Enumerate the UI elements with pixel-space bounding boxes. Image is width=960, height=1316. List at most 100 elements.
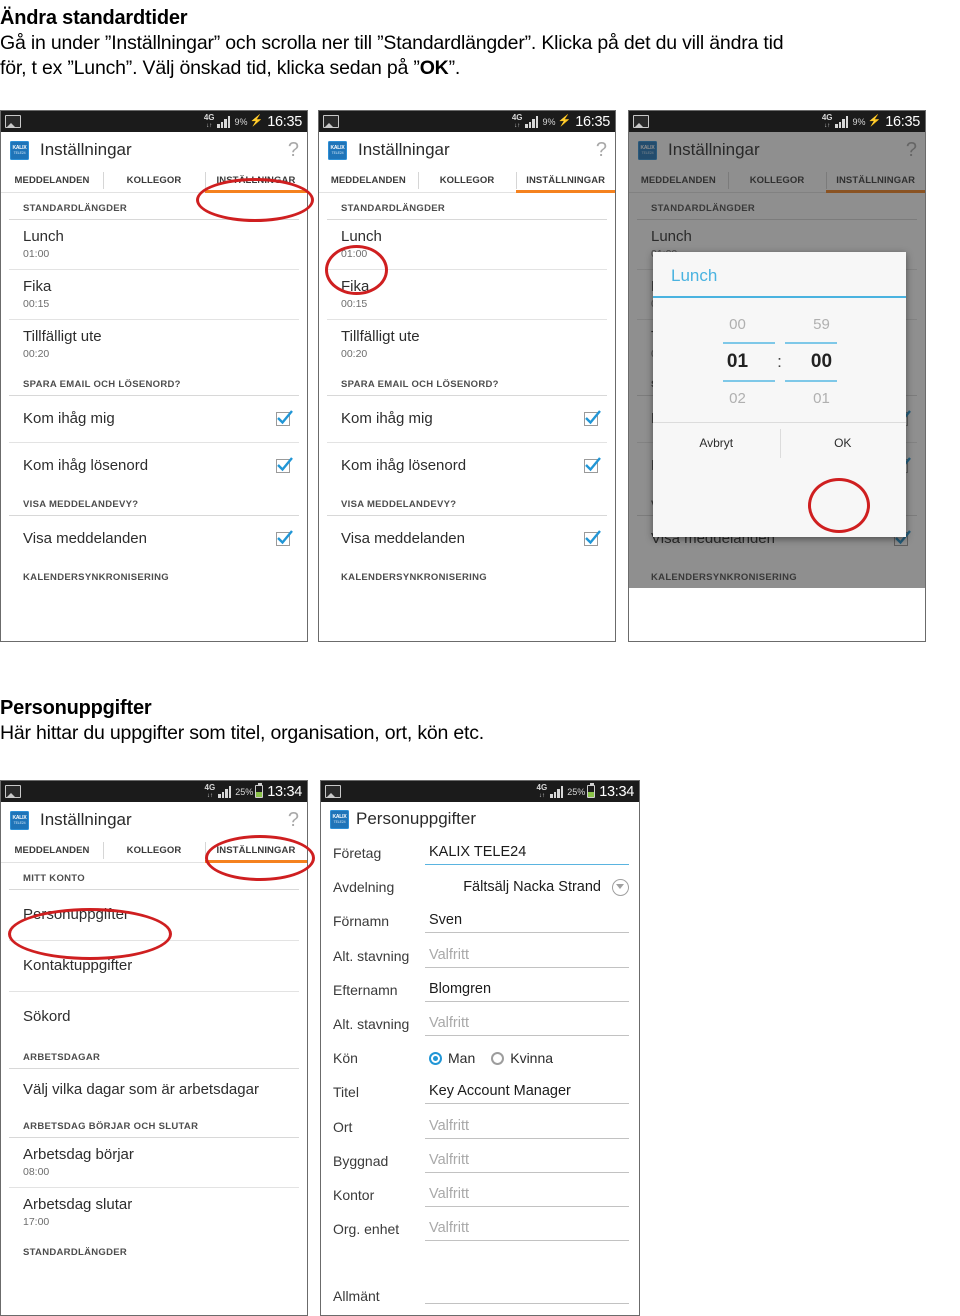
row-title: Visa meddelanden [23,530,147,547]
list-item[interactable]: Kom ihåg lösenord [327,443,607,489]
alt-stavning-efternamn-input[interactable]: Valfritt [425,1012,629,1037]
list-item[interactable]: Kom ihåg mig [9,396,299,443]
list-item[interactable]: Tillfälligt ute 00:20 [327,320,607,369]
network-label: 4G [204,782,216,792]
tab-kollegor[interactable]: KOLLEGOR [103,168,205,193]
efternamn-input[interactable]: Blomgren [425,978,629,1002]
help-question-icon[interactable]: ? [288,810,299,830]
radio-kvinna-label[interactable]: Kvinna [510,1050,553,1066]
time-picker-current-row: 01 : 00 [653,346,906,378]
checkbox-checked-icon[interactable] [276,410,293,426]
radio-man-label[interactable]: Man [448,1050,475,1066]
kontor-input[interactable]: Valfritt [425,1183,629,1207]
charging-bolt-icon: ⚡ [867,115,882,127]
list-item[interactable]: Fika 00:15 [327,270,607,320]
battery-percent: 9% [852,116,866,127]
list-item[interactable]: Lunch 01:00 [9,220,299,270]
radio-kvinna-icon[interactable] [491,1051,505,1065]
field-label: Förnamn [333,913,390,930]
network-arrows: ↓↑ [824,122,831,129]
row-title: Kom ihåg lösenord [341,457,467,474]
app-bar: KALIX TELE24 Inställningar ? [629,132,925,168]
field-label: Avdelning [333,879,395,896]
status-bar: 4G ↓↑ 9% ⚡ 16:35 [1,111,307,132]
intro-paragraph-line1: Gå in under ”Inställningar” och scrolla … [0,32,784,54]
help-question-icon[interactable]: ? [288,140,299,160]
help-question-icon[interactable]: ? [596,140,607,160]
tab-meddelanden[interactable]: MEDDELANDEN [319,168,418,193]
cancel-button[interactable]: Avbryt [653,423,780,464]
hours-next-value[interactable]: 02 [707,384,769,414]
checkbox-checked-icon[interactable] [584,457,601,473]
list-item[interactable]: Kom ihåg mig [327,396,607,443]
time-separator: : [777,352,782,371]
tab-meddelanden[interactable]: MEDDELANDEN [1,838,103,863]
org-enhet-input[interactable]: Valfritt [425,1217,629,1242]
alt-stavning-fornamn-input[interactable]: Valfritt [425,944,629,968]
minutes-current-value[interactable]: 00 [791,346,853,378]
row-value: 00:15 [23,298,50,310]
app-bar: KALIX TELE24 Inställningar ? [319,132,615,168]
chevron-down-icon[interactable] [612,878,629,896]
titel-input[interactable]: Key Account Manager [425,1080,629,1105]
dialog-title: Lunch [653,252,906,298]
page-title: Ändra standardtider [0,7,188,29]
row-value: 17:00 [23,1216,50,1228]
foretag-input[interactable]: KALIX TELE24 [425,841,629,866]
allmant-textarea[interactable] [425,1263,629,1305]
network-label: 4G [203,112,215,122]
minutes-prev-value[interactable]: 59 [791,310,853,340]
list-item[interactable]: Välj vilka dagar som är arbetsdagar [9,1069,299,1111]
status-clock: 13:34 [599,783,634,800]
list-item[interactable]: Sökord [9,992,299,1042]
list-item[interactable]: Personuppgifter [9,890,299,941]
ok-button[interactable]: OK [779,423,907,464]
list-item[interactable]: Kom ihåg lösenord [9,443,299,489]
field-label: Alt. stavning [333,947,410,964]
row-title: Sökord [23,1008,71,1025]
checkbox-checked-icon[interactable] [584,410,601,426]
screenshot-settings-lunch-selected: 4G ↓↑ 9% ⚡ 16:35 KALIX TELE24 Inställning… [318,110,616,642]
dialog-body: 00 59 01 : 00 02 01 [653,298,906,422]
time-picker-prev-row: 00 59 [653,310,906,340]
image-icon [325,785,341,798]
avdelning-value[interactable]: Fältsälj Nacka Strand [425,876,607,899]
list-item[interactable]: Arbetsdag börjar 08:00 [9,1138,299,1188]
row-title: Arbetsdag börjar [23,1146,134,1163]
tab-meddelanden[interactable]: MEDDELANDEN [1,168,103,193]
screenshot-settings-list: 4G ↓↑ 9% ⚡ 16:35 KALIX TELE24 Inställning… [0,110,308,642]
list-item[interactable]: Lunch 01:00 [327,220,607,270]
tab-kollegor[interactable]: KOLLEGOR [417,168,517,193]
battery-percent: 25% [235,786,254,797]
list-item[interactable]: Tillfälligt ute 00:20 [9,320,299,369]
list-item[interactable]: Arbetsdag slutar 17:00 [9,1188,299,1237]
tab-installningar-label: INSTÄLLNINGAR [526,175,606,186]
row-title: Kom ihåg mig [341,410,433,427]
gender-radio-group: Man Kvinna [425,1050,629,1066]
checkbox-checked-icon[interactable] [276,457,293,473]
hours-current-value[interactable]: 01 [707,346,769,378]
radio-man-selected-icon[interactable] [429,1051,442,1065]
list-item[interactable]: Visa meddelanden [9,516,299,562]
form-row-avdelning: Avdelning Fältsälj Nacka Strand [321,870,639,904]
section-header-kalender: KALENDERSYNKRONISERING [23,572,169,583]
minutes-next-value[interactable]: 01 [791,384,853,414]
intro-line2-part1: för, t ex ”Lunch”. Välj önskad tid, klic… [0,57,420,79]
battery-percent: 9% [234,116,248,127]
checkbox-checked-icon[interactable] [276,530,293,546]
byggnad-input[interactable]: Valfritt [425,1149,629,1173]
section-header-kalender: KALENDERSYNKRONISERING [341,572,487,583]
list-item[interactable]: Fika 00:15 [9,270,299,320]
row-value: 00:20 [341,348,368,360]
tab-kollegor: KOLLEGOR [727,168,827,193]
row-title: Välj vilka dagar som är arbetsdagar [23,1081,259,1098]
list-item[interactable]: Kontaktuppgifter [9,941,299,992]
hours-prev-value[interactable]: 00 [707,310,769,340]
tab-bar: MEDDELANDEN KOLLEGOR INSTÄLLNINGAR [1,838,307,863]
checkbox-checked-icon[interactable] [584,530,601,546]
tab-kollegor[interactable]: KOLLEGOR [103,838,205,863]
list-item[interactable]: Visa meddelanden [327,516,607,562]
ort-input[interactable]: Valfritt [425,1115,629,1139]
section-heading: Personuppgifter [0,697,152,719]
fornamn-input[interactable]: Sven [425,909,629,934]
